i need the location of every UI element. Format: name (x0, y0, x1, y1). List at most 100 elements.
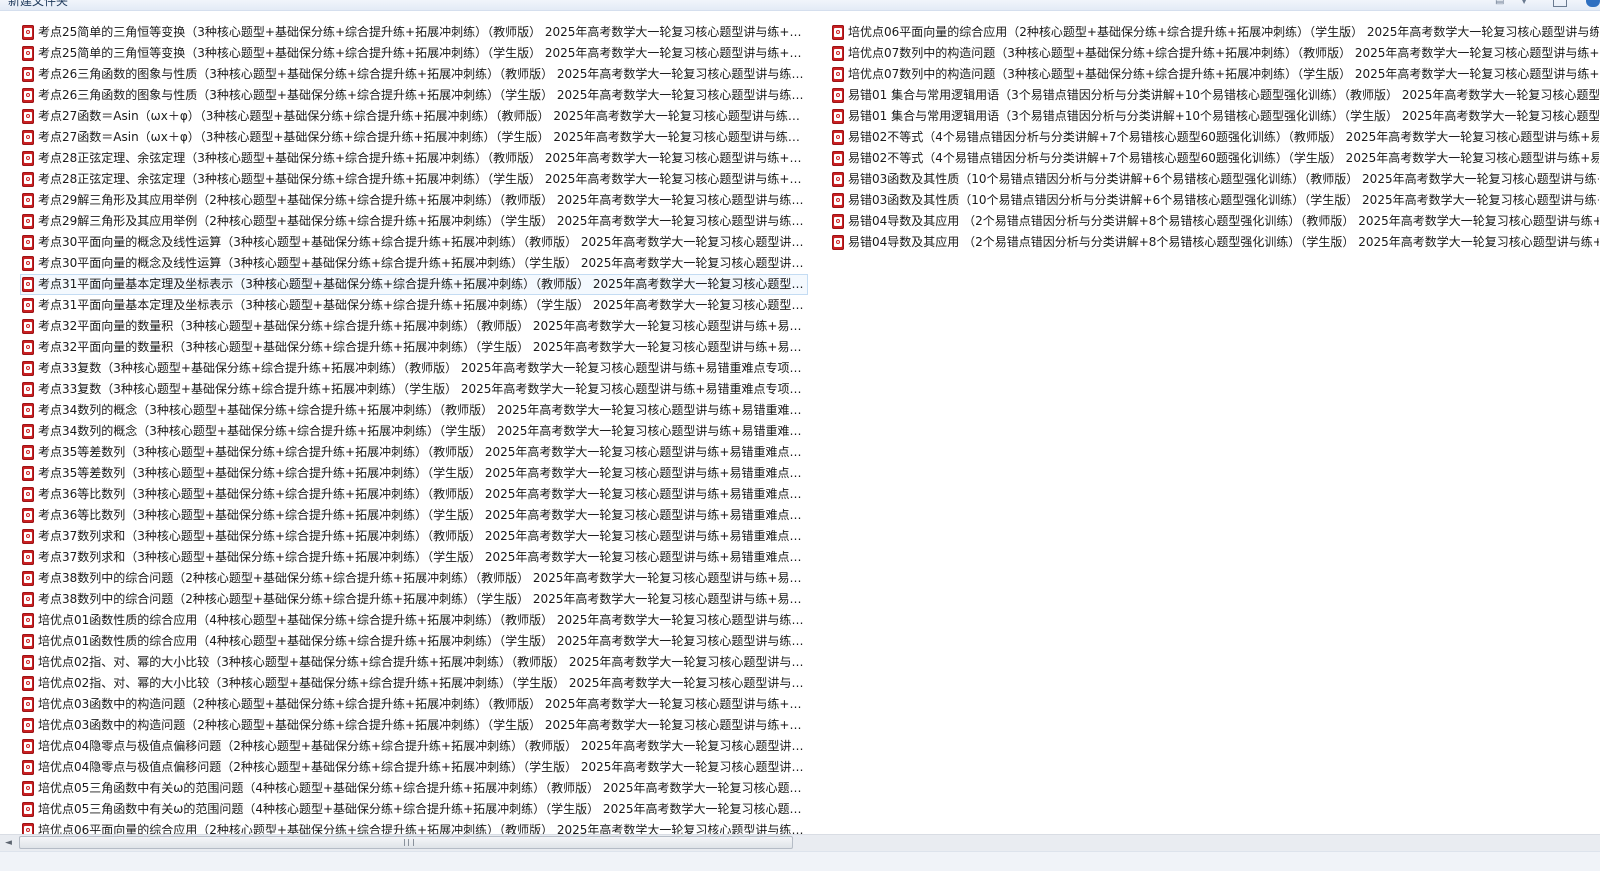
file-item[interactable]: 考点34数列的概念（3种核心题型+基础保分练+综合提升练+拓展冲刺练）（学生版）… (20, 421, 808, 442)
pdf-file-icon (832, 214, 844, 229)
file-item[interactable]: 培优点04隐零点与极值点偏移问题（2种核心题型+基础保分练+综合提升练+拓展冲刺… (20, 757, 808, 778)
file-name-label: 考点27函数＝Asin（ωx＋φ）（3种核心题型+基础保分练+综合提升练+拓展冲… (38, 109, 807, 123)
file-item[interactable]: 培优点01函数性质的综合应用（4种核心题型+基础保分练+综合提升练+拓展冲刺练）… (20, 631, 808, 652)
pdf-file-icon (22, 277, 34, 292)
explorer-window: 新建文件夹 ▤ ▼ 考点25简单的三角恒等变换（3种核心题型+基础保分练+综合提… (0, 0, 1600, 871)
file-item[interactable]: 培优点07数列中的构造问题（3种核心题型+基础保分练+综合提升练+拓展冲刺练）（… (830, 64, 1600, 85)
file-item[interactable]: 考点26三角函数的图象与性质（3种核心题型+基础保分练+综合提升练+拓展冲刺练）… (20, 85, 808, 106)
pdf-file-icon (22, 382, 34, 397)
pdf-file-icon (22, 88, 34, 103)
file-item[interactable]: 考点31平面向量基本定理及坐标表示（3种核心题型+基础保分练+综合提升练+拓展冲… (20, 295, 808, 316)
pdf-file-icon (22, 592, 34, 607)
file-item[interactable]: 培优点07数列中的构造问题（3种核心题型+基础保分练+综合提升练+拓展冲刺练）（… (830, 43, 1600, 64)
file-item[interactable]: 考点35等差数列（3种核心题型+基础保分练+综合提升练+拓展冲刺练）（学生版） … (20, 463, 808, 484)
file-item[interactable]: 培优点03函数中的构造问题（2种核心题型+基础保分练+综合提升练+拓展冲刺练）（… (20, 694, 808, 715)
file-name-label: 考点37数列求和（3种核心题型+基础保分练+综合提升练+拓展冲刺练）（学生版） … (38, 550, 807, 564)
pdf-file-icon (22, 109, 34, 124)
file-name-label: 考点26三角函数的图象与性质（3种核心题型+基础保分练+综合提升练+拓展冲刺练）… (38, 88, 807, 102)
file-item[interactable]: 考点36等比数列（3种核心题型+基础保分练+综合提升练+拓展冲刺练）（学生版） … (20, 505, 808, 526)
file-item[interactable]: 考点36等比数列（3种核心题型+基础保分练+综合提升练+拓展冲刺练）（教师版） … (20, 484, 808, 505)
file-item[interactable]: 考点28正弦定理、余弦定理（3种核心题型+基础保分练+综合提升练+拓展冲刺练）（… (20, 148, 808, 169)
pdf-file-icon (832, 109, 844, 124)
file-item[interactable]: 易错02不等式（4个易错点错因分析与分类讲解+7个易错核心题型60题强化训练）（… (830, 127, 1600, 148)
change-view-icon[interactable]: ▤ (1495, 0, 1511, 7)
file-item[interactable]: 考点37数列求和（3种核心题型+基础保分练+综合提升练+拓展冲刺练）（学生版） … (20, 547, 808, 568)
pdf-file-icon (22, 298, 34, 313)
file-item[interactable]: 考点30平面向量的概念及线性运算（3种核心题型+基础保分练+综合提升练+拓展冲刺… (20, 232, 808, 253)
file-item[interactable]: 易错03函数及其性质（10个易错点错因分析与分类讲解+6个易错核心题型强化训练）… (830, 169, 1600, 190)
file-item[interactable]: 培优点02指、对、幂的大小比较（3种核心题型+基础保分练+综合提升练+拓展冲刺练… (20, 673, 808, 694)
file-name-label: 易错03函数及其性质（10个易错点错因分析与分类讲解+6个易错核心题型强化训练）… (848, 172, 1599, 186)
pdf-file-icon (22, 214, 34, 229)
file-list-view[interactable]: 考点25简单的三角恒等变换（3种核心题型+基础保分练+综合提升练+拓展冲刺练）（… (0, 10, 1600, 850)
file-item[interactable]: 培优点05三角函数中有关ω的范围问题（4种核心题型+基础保分练+综合提升练+拓展… (20, 799, 808, 820)
file-item[interactable]: 易错02不等式（4个易错点错因分析与分类讲解+7个易错核心题型60题强化训练）（… (830, 148, 1600, 169)
pdf-file-icon (22, 424, 34, 439)
pdf-file-icon (22, 172, 34, 187)
file-column-2: 培优点06平面向量的综合应用（2种核心题型+基础保分练+综合提升练+拓展冲刺练）… (830, 22, 1600, 253)
file-item[interactable]: 考点28正弦定理、余弦定理（3种核心题型+基础保分练+综合提升练+拓展冲刺练）（… (20, 169, 808, 190)
file-item[interactable]: 考点27函数＝Asin（ωx＋φ）（3种核心题型+基础保分练+综合提升练+拓展冲… (20, 106, 808, 127)
file-name-label: 考点34数列的概念（3种核心题型+基础保分练+综合提升练+拓展冲刺练）（教师版）… (38, 403, 807, 417)
file-name-label: 培优点07数列中的构造问题（3种核心题型+基础保分练+综合提升练+拓展冲刺练）（… (848, 46, 1599, 60)
help-icon[interactable] (1586, 0, 1600, 7)
file-item[interactable]: 易错01 集合与常用逻辑用语（3个易错点错因分析与分类讲解+10个易错核心题型强… (830, 106, 1600, 127)
file-item[interactable]: 考点27函数＝Asin（ωx＋φ）（3种核心题型+基础保分练+综合提升练+拓展冲… (20, 127, 808, 148)
file-item[interactable]: 考点32平面向量的数量积（3种核心题型+基础保分练+综合提升练+拓展冲刺练）（学… (20, 337, 808, 358)
file-name-label: 培优点05三角函数中有关ω的范围问题（4种核心题型+基础保分练+综合提升练+拓展… (38, 802, 807, 816)
file-name-label: 考点28正弦定理、余弦定理（3种核心题型+基础保分练+综合提升练+拓展冲刺练）（… (38, 172, 807, 186)
scroll-left-arrow-icon[interactable]: ◄ (0, 835, 17, 851)
file-item[interactable]: 考点32平面向量的数量积（3种核心题型+基础保分练+综合提升练+拓展冲刺练）（教… (20, 316, 808, 337)
file-item[interactable]: 考点33复数（3种核心题型+基础保分练+综合提升练+拓展冲刺练）（学生版） 20… (20, 379, 808, 400)
file-item[interactable]: 考点38数列中的综合问题（2种核心题型+基础保分练+综合提升练+拓展冲刺练）（教… (20, 568, 808, 589)
file-item[interactable]: 考点25简单的三角恒等变换（3种核心题型+基础保分练+综合提升练+拓展冲刺练）（… (20, 43, 808, 64)
file-item[interactable]: 考点31平面向量基本定理及坐标表示（3种核心题型+基础保分练+综合提升练+拓展冲… (20, 274, 808, 295)
file-name-label: 培优点01函数性质的综合应用（4种核心题型+基础保分练+综合提升练+拓展冲刺练）… (38, 613, 807, 627)
file-item[interactable]: 考点38数列中的综合问题（2种核心题型+基础保分练+综合提升练+拓展冲刺练）（学… (20, 589, 808, 610)
pdf-file-icon (22, 445, 34, 460)
file-name-label: 考点35等差数列（3种核心题型+基础保分练+综合提升练+拓展冲刺练）（学生版） … (38, 466, 807, 480)
file-name-label: 考点29解三角形及其应用举例（2种核心题型+基础保分练+综合提升练+拓展冲刺练）… (38, 193, 807, 207)
file-item[interactable]: 考点30平面向量的概念及线性运算（3种核心题型+基础保分练+综合提升练+拓展冲刺… (20, 253, 808, 274)
file-item[interactable]: 考点33复数（3种核心题型+基础保分练+综合提升练+拓展冲刺练）（教师版） 20… (20, 358, 808, 379)
file-item[interactable]: 考点29解三角形及其应用举例（2种核心题型+基础保分练+综合提升练+拓展冲刺练）… (20, 211, 808, 232)
file-name-label: 考点30平面向量的概念及线性运算（3种核心题型+基础保分练+综合提升练+拓展冲刺… (38, 235, 807, 249)
preview-pane-icon[interactable] (1553, 0, 1567, 7)
pdf-file-icon (832, 172, 844, 187)
file-item[interactable]: 考点26三角函数的图象与性质（3种核心题型+基础保分练+综合提升练+拓展冲刺练）… (20, 64, 808, 85)
file-name-label: 易错03函数及其性质（10个易错点错因分析与分类讲解+6个易错核心题型强化训练）… (848, 193, 1599, 207)
file-item[interactable]: 培优点04隐零点与极值点偏移问题（2种核心题型+基础保分练+综合提升练+拓展冲刺… (20, 736, 808, 757)
pdf-file-icon (22, 676, 34, 691)
scrollbar-thumb[interactable] (19, 836, 793, 849)
horizontal-scrollbar[interactable]: ◄ (0, 834, 1600, 851)
file-name-label: 培优点07数列中的构造问题（3种核心题型+基础保分练+综合提升练+拓展冲刺练）（… (848, 67, 1599, 81)
file-item[interactable]: 考点25简单的三角恒等变换（3种核心题型+基础保分练+综合提升练+拓展冲刺练）（… (20, 22, 808, 43)
file-item[interactable]: 培优点02指、对、幂的大小比较（3种核心题型+基础保分练+综合提升练+拓展冲刺练… (20, 652, 808, 673)
file-item[interactable]: 考点35等差数列（3种核心题型+基础保分练+综合提升练+拓展冲刺练）（教师版） … (20, 442, 808, 463)
pdf-file-icon (22, 25, 34, 40)
file-item[interactable]: 易错04导数及其应用 （2个易错点错因分析与分类讲解+8个易错核心题型强化训练）… (830, 232, 1600, 253)
pdf-file-icon (22, 319, 34, 334)
file-item[interactable]: 易错04导数及其应用 （2个易错点错因分析与分类讲解+8个易错核心题型强化训练）… (830, 211, 1600, 232)
file-item[interactable]: 易错03函数及其性质（10个易错点错因分析与分类讲解+6个易错核心题型强化训练）… (830, 190, 1600, 211)
file-item[interactable]: 培优点03函数中的构造问题（2种核心题型+基础保分练+综合提升练+拓展冲刺练）（… (20, 715, 808, 736)
file-item[interactable]: 培优点06平面向量的综合应用（2种核心题型+基础保分练+综合提升练+拓展冲刺练）… (830, 22, 1600, 43)
file-item[interactable]: 考点37数列求和（3种核心题型+基础保分练+综合提升练+拓展冲刺练）（教师版） … (20, 526, 808, 547)
view-options-chevron-down-icon[interactable]: ▼ (1521, 0, 1531, 8)
pdf-file-icon (22, 508, 34, 523)
file-item[interactable]: 培优点01函数性质的综合应用（4种核心题型+基础保分练+综合提升练+拓展冲刺练）… (20, 610, 808, 631)
scrollbar-grip-icon (404, 839, 414, 846)
file-name-label: 考点27函数＝Asin（ωx＋φ）（3种核心题型+基础保分练+综合提升练+拓展冲… (38, 130, 807, 144)
new-folder-button[interactable]: 新建文件夹 (8, 0, 68, 8)
file-item[interactable]: 考点34数列的概念（3种核心题型+基础保分练+综合提升练+拓展冲刺练）（教师版）… (20, 400, 808, 421)
pdf-file-icon (22, 760, 34, 775)
file-item[interactable]: 易错01 集合与常用逻辑用语（3个易错点错因分析与分类讲解+10个易错核心题型强… (830, 85, 1600, 106)
file-item[interactable]: 培优点05三角函数中有关ω的范围问题（4种核心题型+基础保分练+综合提升练+拓展… (20, 778, 808, 799)
file-column-1: 考点25简单的三角恒等变换（3种核心题型+基础保分练+综合提升练+拓展冲刺练）（… (20, 22, 808, 841)
file-name-label: 易错01 集合与常用逻辑用语（3个易错点错因分析与分类讲解+10个易错核心题型强… (848, 88, 1599, 102)
file-name-label: 考点30平面向量的概念及线性运算（3种核心题型+基础保分练+综合提升练+拓展冲刺… (38, 256, 807, 270)
pdf-file-icon (22, 361, 34, 376)
file-item[interactable]: 考点29解三角形及其应用举例（2种核心题型+基础保分练+综合提升练+拓展冲刺练）… (20, 190, 808, 211)
file-name-label: 考点26三角函数的图象与性质（3种核心题型+基础保分练+综合提升练+拓展冲刺练）… (38, 67, 807, 81)
file-name-label: 考点35等差数列（3种核心题型+基础保分练+综合提升练+拓展冲刺练）（教师版） … (38, 445, 807, 459)
